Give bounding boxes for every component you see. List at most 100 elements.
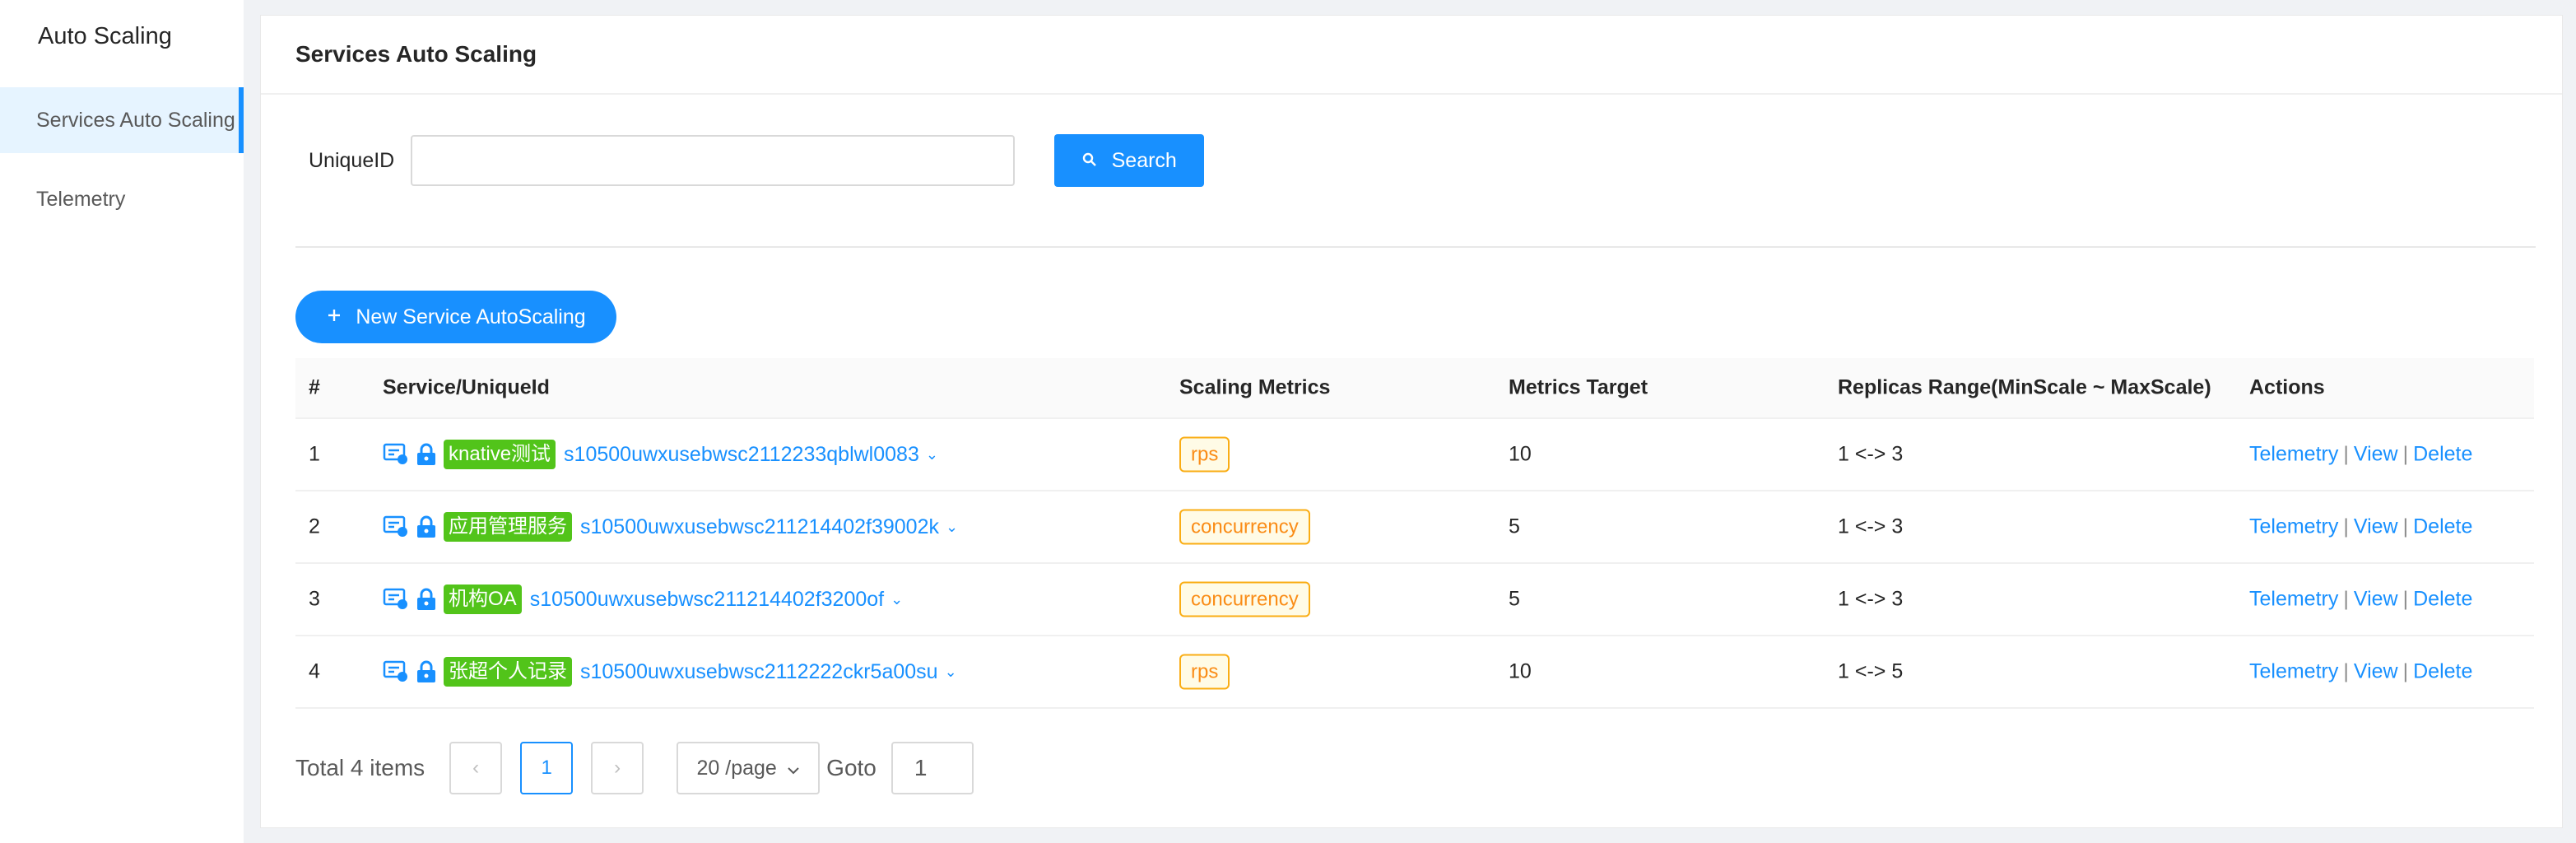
table-row: 2 应用管理服务 s10500uwxusebwsc211214402f39002… <box>295 491 2534 564</box>
view-link[interactable]: View <box>2354 588 2398 611</box>
new-button-label: New Service AutoScaling <box>356 305 586 328</box>
replicas-range: 1 <-> 3 <box>1838 587 1904 611</box>
replicas-range: 1 <-> 5 <box>1838 659 1904 683</box>
metrics-target: 10 <box>1509 442 1532 466</box>
actions-cell: Telemetry | View | Delete <box>2249 443 2472 467</box>
search-button-label: Search <box>1111 148 1177 172</box>
replicas-range: 1 <-> 3 <box>1838 515 1904 538</box>
action-separator: | <box>2402 659 2409 683</box>
scaling-metric-cell: concurrency <box>1179 509 1310 545</box>
actions-cell: Telemetry | View | Delete <box>2249 588 2472 612</box>
row-index: 3 <box>309 587 320 611</box>
unique-id-link[interactable]: s10500uwxusebwsc211214402f3200of <box>530 588 884 612</box>
chevron-down-icon[interactable]: ⌄ <box>890 591 903 608</box>
service-cell: 机构OA s10500uwxusebwsc211214402f3200of ⌄ <box>383 585 903 614</box>
new-service-autoscaling-button[interactable]: New Service AutoScaling <box>295 291 616 343</box>
page-item-1[interactable]: 1 <box>520 742 574 794</box>
sidebar-title: Auto Scaling <box>38 23 172 49</box>
pagination: Total 4 items ‹ 1 › 20 /page Goto <box>295 742 974 794</box>
row-index: 4 <box>309 659 320 683</box>
action-separator: | <box>2402 442 2409 466</box>
actions-cell: Telemetry | View | Delete <box>2249 660 2472 684</box>
unique-id-link[interactable]: s10500uwxusebwsc211214402f39002k <box>580 515 939 539</box>
autoscaling-table: # Service/UniqueId Scaling Metrics Metri… <box>295 358 2534 709</box>
scaling-metric-cell: rps <box>1179 436 1230 473</box>
scaling-metric-tag: rps <box>1179 436 1230 473</box>
sidebar-item-label: Services Auto Scaling <box>36 108 235 132</box>
sidebar-item-telemetry[interactable]: Telemetry <box>0 166 244 232</box>
page-title: Services Auto Scaling <box>261 16 2562 95</box>
metrics-target: 5 <box>1509 587 1520 611</box>
service-cell: 张超个人记录 s10500uwxusebwsc2112222ckr5a00su … <box>383 657 957 687</box>
page-size-label: 20 /page <box>696 756 777 780</box>
view-link[interactable]: View <box>2354 515 2398 538</box>
delete-link[interactable]: Delete <box>2413 588 2472 611</box>
delete-link[interactable]: Delete <box>2413 515 2472 538</box>
scaling-metric-tag: rps <box>1179 654 1230 690</box>
search-input[interactable] <box>411 135 1016 186</box>
search-icon <box>1082 149 1097 173</box>
actions-cell: Telemetry | View | Delete <box>2249 515 2472 539</box>
service-name-tag: 张超个人记录 <box>444 657 572 687</box>
action-separator: | <box>2343 587 2349 611</box>
lock-icon <box>414 515 439 539</box>
service-card-icon <box>383 659 409 684</box>
scaling-metric-cell: concurrency <box>1179 581 1310 617</box>
scaling-metric-cell: rps <box>1179 654 1230 690</box>
action-separator: | <box>2343 442 2349 466</box>
service-card-icon <box>383 515 409 539</box>
sidebar: Auto Scaling Services Auto Scaling Telem… <box>0 0 244 843</box>
table-row: 3 机构OA s10500uwxusebwsc211214402f3200of … <box>295 564 2534 636</box>
chevron-down-icon <box>787 757 800 780</box>
next-page-button[interactable]: › <box>591 742 644 794</box>
view-link[interactable]: View <box>2354 660 2398 683</box>
scaling-metric-tag: concurrency <box>1179 581 1310 617</box>
chevron-down-icon[interactable]: ⌄ <box>945 664 957 681</box>
search-form: UniqueID Search <box>309 134 1205 187</box>
service-name-tag: 应用管理服务 <box>444 512 572 542</box>
service-name-tag: knative测试 <box>444 440 556 469</box>
column-header: Service/UniqueId <box>383 375 550 399</box>
replicas-range: 1 <-> 3 <box>1838 442 1904 466</box>
action-separator: | <box>2402 515 2409 538</box>
view-link[interactable]: View <box>2354 443 2398 466</box>
page-size-select[interactable]: 20 /page <box>677 742 821 794</box>
search-button[interactable]: Search <box>1054 134 1205 187</box>
service-card-icon <box>383 442 409 467</box>
scaling-metric-tag: concurrency <box>1179 509 1310 545</box>
telemetry-link[interactable]: Telemetry <box>2249 443 2338 466</box>
column-header: Actions <box>2249 375 2325 399</box>
search-label: UniqueID <box>309 148 395 172</box>
telemetry-link[interactable]: Telemetry <box>2249 588 2338 611</box>
service-cell: 应用管理服务 s10500uwxusebwsc211214402f39002k … <box>383 512 958 542</box>
delete-link[interactable]: Delete <box>2413 660 2472 683</box>
prev-page-button[interactable]: ‹ <box>449 742 503 794</box>
sidebar-item-label: Telemetry <box>36 187 126 211</box>
unique-id-link[interactable]: s10500uwxusebwsc2112222ckr5a00su <box>580 660 938 684</box>
action-separator: | <box>2402 587 2409 611</box>
service-cell: knative测试 s10500uwxusebwsc2112233qblwl00… <box>383 440 938 469</box>
column-header: Replicas Range(MinScale ~ MaxScale) <box>1838 375 2211 399</box>
chevron-down-icon[interactable]: ⌄ <box>926 446 938 463</box>
column-header: Scaling Metrics <box>1179 375 1331 399</box>
table-header: # Service/UniqueId Scaling Metrics Metri… <box>295 358 2534 419</box>
service-name-tag: 机构OA <box>444 585 522 614</box>
total-items: Total 4 items <box>295 755 425 780</box>
plus-icon <box>326 305 342 329</box>
service-card-icon <box>383 587 409 612</box>
table-row: 4 张超个人记录 s10500uwxusebwsc2112222ckr5a00s… <box>295 636 2534 709</box>
unique-id-link[interactable]: s10500uwxusebwsc2112233qblwl0083 <box>564 443 919 467</box>
lock-icon <box>414 587 439 612</box>
sidebar-item-services-auto-scaling[interactable]: Services Auto Scaling <box>0 87 244 153</box>
delete-link[interactable]: Delete <box>2413 443 2472 466</box>
column-header: # <box>309 375 320 399</box>
lock-icon <box>414 442 439 467</box>
lock-icon <box>414 659 439 684</box>
telemetry-link[interactable]: Telemetry <box>2249 515 2338 538</box>
chevron-left-icon: ‹ <box>472 757 480 779</box>
metrics-target: 5 <box>1509 515 1520 538</box>
telemetry-link[interactable]: Telemetry <box>2249 660 2338 683</box>
action-separator: | <box>2343 659 2349 683</box>
chevron-down-icon[interactable]: ⌄ <box>946 519 958 536</box>
goto-input[interactable] <box>890 742 974 794</box>
